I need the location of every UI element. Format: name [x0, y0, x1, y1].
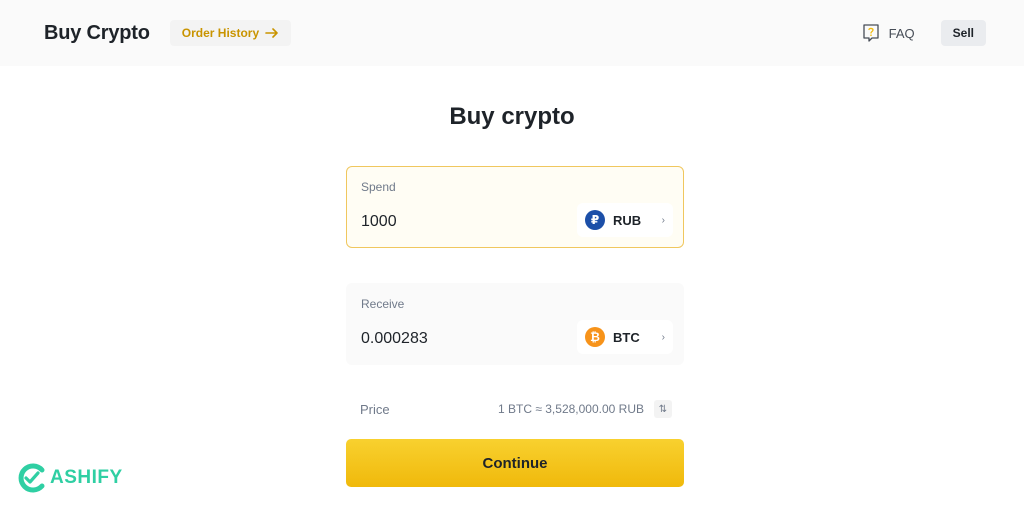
spend-label: Spend	[361, 180, 396, 194]
price-label: Price	[360, 401, 390, 417]
order-history-label: Order History	[181, 26, 260, 40]
chevron-right-icon: ›	[661, 214, 665, 226]
arrow-right-icon	[265, 28, 278, 38]
top-header: Buy Crypto Order History FAQ Sell	[0, 0, 1024, 66]
swap-arrows-icon[interactable]: ⇅	[654, 400, 672, 418]
sell-button[interactable]: Sell	[940, 20, 986, 46]
receive-currency-selector[interactable]: ₿ BTC ›	[577, 320, 673, 354]
spend-currency-code: RUB	[613, 212, 642, 228]
page-header-title: Buy Crypto	[44, 21, 150, 44]
help-question-icon	[862, 24, 879, 42]
spend-field[interactable]: Spend 1000 ₽ RUB ›	[346, 166, 684, 248]
cashify-watermark: ASHIFY	[16, 460, 123, 496]
spend-amount-input[interactable]: 1000	[361, 213, 397, 231]
receive-row: 0.000283 ₿ BTC ›	[361, 320, 673, 354]
header-actions: FAQ Sell	[861, 20, 986, 46]
order-history-button[interactable]: Order History	[169, 20, 292, 46]
spend-currency-selector[interactable]: ₽ RUB ›	[577, 203, 673, 237]
page-title: Buy crypto	[449, 103, 575, 130]
price-value: 1 BTC ≈ 3,528,000.00 RUB	[498, 402, 644, 416]
cashify-logo-icon	[18, 463, 45, 493]
faq-link[interactable]: FAQ	[861, 23, 915, 43]
chevron-right-icon: ›	[661, 331, 665, 343]
receive-label: Receive	[361, 297, 405, 311]
price-row: Price 1 BTC ≈ 3,528,000.00 RUB ⇅	[346, 398, 684, 420]
receive-currency-code: BTC	[613, 329, 640, 345]
btc-coin-icon: ₿	[585, 327, 605, 347]
watermark-text: ASHIFY	[50, 467, 123, 488]
receive-field[interactable]: Receive 0.000283 ₿ BTC ›	[346, 283, 684, 365]
rub-coin-icon: ₽	[585, 210, 605, 230]
receive-amount-input[interactable]: 0.000283	[361, 330, 428, 348]
continue-button[interactable]: Continue	[346, 439, 684, 487]
faq-label: FAQ	[888, 25, 915, 41]
spend-row: 1000 ₽ RUB ›	[361, 203, 673, 237]
